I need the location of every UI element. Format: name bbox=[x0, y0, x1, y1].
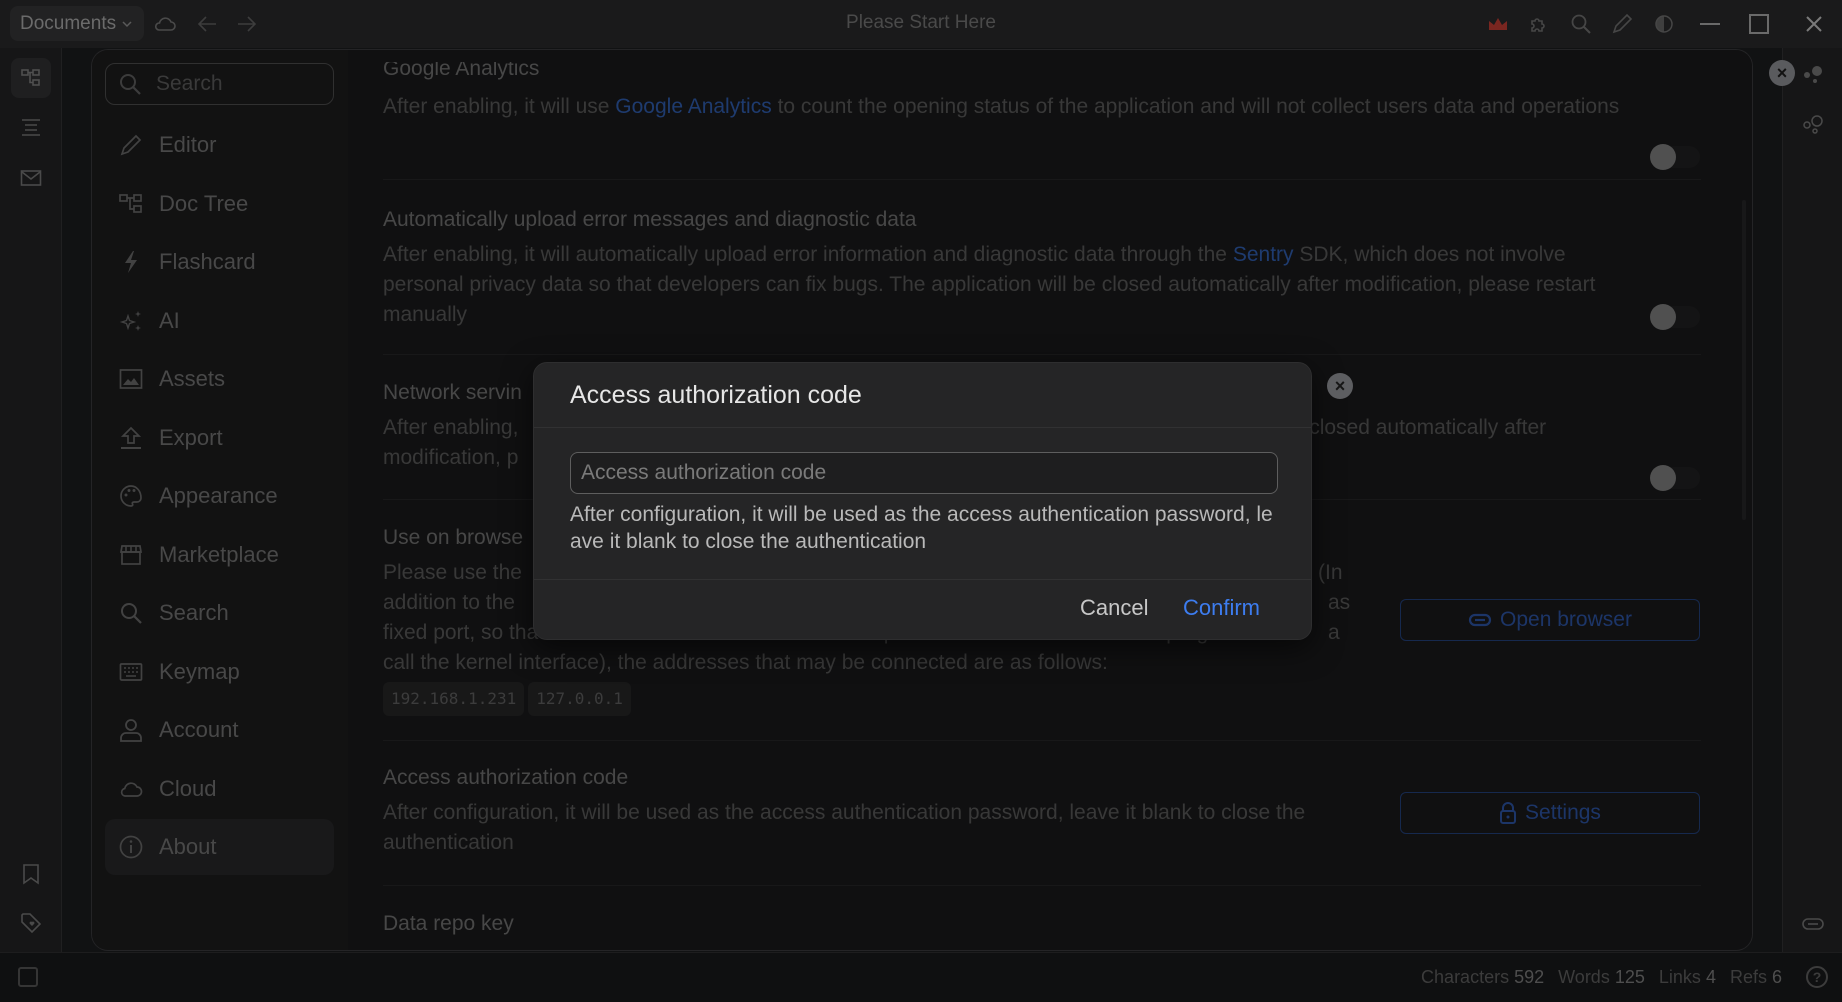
background-close-icon[interactable]: × bbox=[1769, 60, 1795, 86]
maximize-icon[interactable] bbox=[1745, 10, 1773, 38]
close-icon[interactable] bbox=[1800, 10, 1828, 38]
access-code-dialog: Access authorization code After configur… bbox=[533, 362, 1312, 640]
tag-icon[interactable] bbox=[11, 903, 51, 943]
edit-icon[interactable] bbox=[1608, 10, 1636, 38]
search-icon[interactable] bbox=[1567, 10, 1595, 38]
help-icon[interactable]: ? bbox=[1806, 966, 1828, 988]
minimize-icon[interactable] bbox=[1696, 10, 1724, 38]
outline-icon[interactable] bbox=[11, 108, 51, 148]
theme-icon[interactable] bbox=[1650, 10, 1678, 38]
cancel-button[interactable]: Cancel bbox=[1080, 595, 1148, 621]
inbox-icon[interactable] bbox=[11, 158, 51, 198]
stat-links: Links 4 bbox=[1658, 967, 1716, 987]
access-code-input[interactable] bbox=[570, 452, 1278, 494]
stat-characters: Characters 592 bbox=[1421, 967, 1545, 987]
dialog-title: Access authorization code bbox=[570, 381, 862, 409]
dock-toggle-icon[interactable] bbox=[18, 967, 38, 987]
confirm-button[interactable]: Confirm bbox=[1183, 595, 1260, 621]
left-dock bbox=[0, 48, 62, 952]
doc-tree-icon[interactable] bbox=[11, 58, 51, 98]
title-bar: Documents Please Start Here bbox=[0, 0, 1842, 48]
stat-refs: Refs 6 bbox=[1729, 967, 1782, 987]
document-stats: Characters 592 Words 125 Links 4 Refs 6 bbox=[1421, 967, 1782, 988]
plugin-icon[interactable] bbox=[1525, 10, 1553, 38]
divider bbox=[534, 427, 1311, 428]
status-bar: Characters 592 Words 125 Links 4 Refs 6 … bbox=[0, 952, 1842, 1002]
bookmark-icon[interactable] bbox=[11, 854, 51, 894]
backlink-icon[interactable] bbox=[1793, 904, 1833, 944]
dialog-close-icon[interactable]: × bbox=[1327, 373, 1353, 399]
right-dock bbox=[1782, 48, 1842, 952]
dialog-help-text: After configuration, it will be used as … bbox=[570, 503, 1273, 553]
stat-words: Words 125 bbox=[1558, 967, 1645, 987]
global-graph-icon[interactable] bbox=[1793, 104, 1833, 144]
graph-icon[interactable] bbox=[1793, 54, 1833, 94]
app-window: Documents Please Start Here × Characters… bbox=[0, 0, 1842, 1002]
crown-icon[interactable] bbox=[1484, 10, 1512, 38]
document-title: Please Start Here bbox=[846, 12, 996, 33]
divider bbox=[534, 579, 1311, 580]
